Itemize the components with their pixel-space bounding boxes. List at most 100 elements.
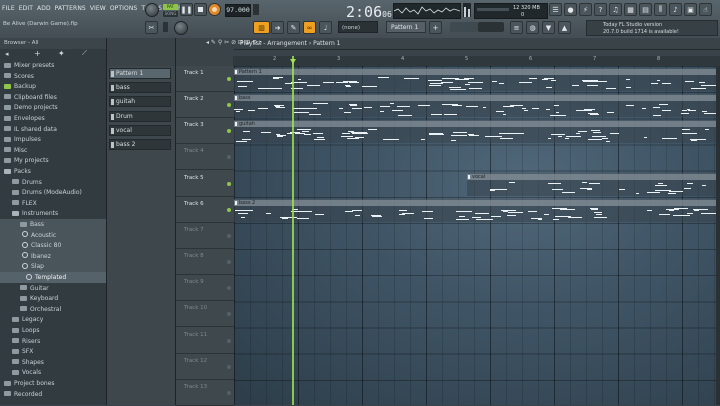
pattern-item[interactable]: Pattern 1: [109, 68, 171, 79]
browser-item[interactable]: Bass: [0, 219, 106, 230]
mixer-button[interactable]: ☰: [549, 3, 562, 16]
track-mute-led[interactable]: [227, 207, 231, 212]
browser-item[interactable]: Templated: [0, 272, 106, 283]
browser-item[interactable]: Project bones: [0, 378, 106, 389]
track-header[interactable]: Track 1: [176, 66, 234, 92]
arrangement-grid[interactable]: [234, 66, 720, 405]
hint-button[interactable]: ≡: [510, 21, 523, 34]
pattern-item[interactable]: Drum: [109, 110, 171, 122]
mixer-view-button[interactable]: ⫼: [654, 3, 667, 16]
pat-mode-toggle[interactable]: PAT: [163, 4, 178, 10]
info-button[interactable]: ☝: [699, 3, 712, 16]
track-mute-led[interactable]: [227, 286, 231, 291]
piano-roll-button[interactable]: ♫: [609, 3, 622, 16]
master-volume-knob[interactable]: [145, 3, 159, 17]
browser-item[interactable]: Loops: [0, 325, 106, 336]
track-header[interactable]: Track 2: [176, 92, 234, 119]
track-mute-led[interactable]: [227, 233, 231, 238]
browser-item[interactable]: Clipboard files: [0, 92, 106, 103]
plugin-button[interactable]: ⚡: [579, 3, 592, 16]
browser-item[interactable]: Impulses: [0, 134, 106, 145]
mixer-track-select[interactable]: (none): [338, 21, 378, 33]
view-button[interactable]: ▣: [684, 3, 697, 16]
browser-button[interactable]: ▤: [639, 3, 652, 16]
track-mute-led[interactable]: [227, 129, 231, 134]
stop-button[interactable]: [194, 3, 207, 16]
browser-link-icon[interactable]: ⟋: [82, 49, 87, 58]
metronome-button[interactable]: ♩: [319, 21, 332, 34]
menu-options[interactable]: OPTIONS: [110, 5, 138, 15]
wait-input-button[interactable]: ➜: [271, 21, 284, 34]
browser-item[interactable]: Slap: [0, 261, 106, 273]
browser-item[interactable]: Backup: [0, 81, 106, 92]
menu-view[interactable]: VIEW: [90, 5, 106, 15]
track-header[interactable]: Track 6: [176, 197, 234, 223]
pattern-item[interactable]: bass: [109, 82, 171, 94]
browser-item[interactable]: Ibanez: [0, 250, 106, 262]
pattern-item[interactable]: bass 2: [109, 139, 171, 150]
playhead[interactable]: [292, 56, 294, 405]
open-button[interactable]: ▲: [558, 21, 571, 34]
step-edit-toggle[interactable]: [450, 22, 478, 32]
plugin-picker-button[interactable]: ♪: [669, 3, 682, 16]
track-header[interactable]: Track 11: [176, 328, 234, 354]
browser-item[interactable]: Orchestral: [0, 304, 106, 315]
browser-item[interactable]: Demo projects: [0, 102, 106, 113]
browser-item[interactable]: Envelopes: [0, 113, 106, 124]
track-mute-led[interactable]: [227, 181, 231, 186]
track-mute-led[interactable]: [227, 103, 231, 108]
vertical-scrollbar[interactable]: [716, 66, 720, 405]
snap-button[interactable]: ✂: [145, 21, 158, 34]
play-button[interactable]: ❚❚: [180, 3, 193, 16]
browser-item[interactable]: FLEX: [0, 198, 106, 209]
song-mode-toggle[interactable]: SONG: [163, 11, 178, 17]
track-header[interactable]: Track 8: [176, 249, 234, 276]
browser-item[interactable]: SFX: [0, 346, 106, 357]
master-pitch-slider[interactable]: [163, 22, 168, 32]
news-panel[interactable]: Today FL Studio version 20.7.0 build 171…: [586, 20, 718, 36]
track-mute-led[interactable]: [227, 77, 231, 81]
online-button[interactable]: ◍: [526, 21, 539, 34]
menu-patterns[interactable]: PATTERNS: [55, 5, 86, 15]
pattern-item[interactable]: vocal: [109, 124, 171, 136]
track-mute-led[interactable]: [227, 312, 231, 317]
track-header[interactable]: Track 5: [176, 171, 234, 197]
browser-item[interactable]: Classic 80: [0, 240, 106, 252]
track-mute-led[interactable]: [227, 155, 231, 160]
track-header[interactable]: Track 9: [176, 275, 234, 302]
browser-item[interactable]: Instruments: [0, 208, 106, 219]
help-button[interactable]: ?: [594, 3, 607, 16]
browser-item[interactable]: Packs: [0, 166, 106, 177]
browser-star-icon[interactable]: ✦: [58, 49, 65, 58]
tempo-display[interactable]: 97.000: [225, 4, 251, 17]
track-mute-led[interactable]: [227, 364, 231, 369]
pattern-item[interactable]: guitah: [109, 96, 171, 108]
track-mute-led[interactable]: [227, 338, 231, 343]
master-pitch-knob[interactable]: [174, 21, 188, 35]
channel-rack-button[interactable]: ▦: [624, 3, 637, 16]
menu-edit[interactable]: EDIT: [19, 5, 33, 15]
snap-select[interactable]: [478, 22, 504, 32]
browser-item[interactable]: Acoustic: [0, 229, 106, 241]
track-header[interactable]: Track 10: [176, 301, 234, 328]
typing-keyboard-button[interactable]: ▥: [253, 21, 270, 34]
playhead-marker-icon[interactable]: [290, 59, 296, 64]
browser-item[interactable]: Shapes: [0, 357, 106, 368]
countdown-button[interactable]: ✎: [287, 21, 300, 34]
browser-item[interactable]: IL shared data: [0, 124, 106, 135]
menu-file[interactable]: FILE: [2, 5, 15, 15]
mic-button[interactable]: ●: [564, 3, 577, 16]
tempo-spinner[interactable]: [253, 4, 259, 15]
pattern-selector[interactable]: Pattern 1: [386, 21, 426, 33]
browser-item[interactable]: Drums (ModeAudio): [0, 187, 106, 198]
track-mute-led[interactable]: [227, 390, 231, 395]
browser-item[interactable]: Mixer presets: [0, 60, 106, 71]
save-button[interactable]: ▼: [542, 21, 555, 34]
add-pattern-button[interactable]: +: [429, 21, 442, 34]
browser-item[interactable]: Drums: [0, 177, 106, 188]
menu-add[interactable]: ADD: [37, 5, 51, 15]
browser-item[interactable]: Misc: [0, 145, 106, 156]
track-header[interactable]: Track 12: [176, 354, 234, 380]
track-header[interactable]: Track 4: [176, 144, 234, 171]
timeline-ruler[interactable]: 2 3 4 5 6 7 8: [233, 56, 720, 66]
